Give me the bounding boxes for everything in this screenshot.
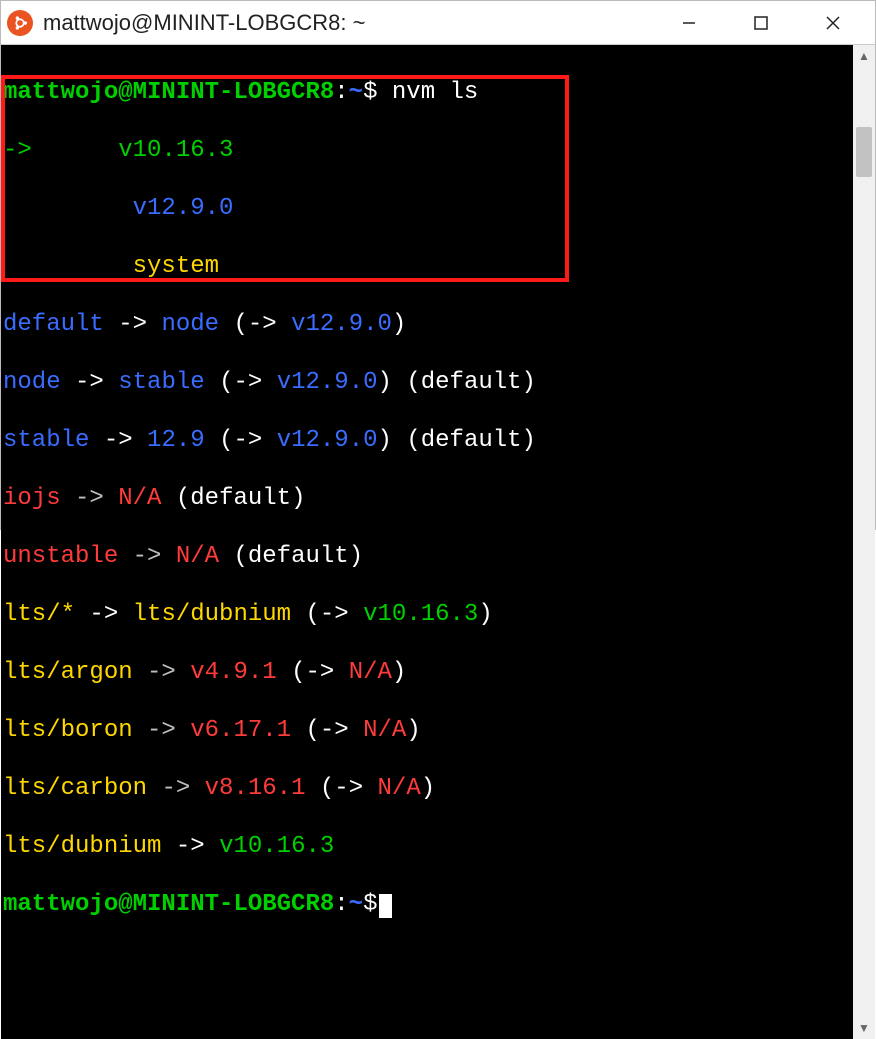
paren-text: (->	[233, 311, 276, 338]
paren-text: (->	[305, 601, 348, 628]
scrollbar-thumb[interactable]	[856, 127, 872, 177]
arrow-text: ->	[133, 543, 162, 570]
arrow-text: ->	[147, 659, 176, 686]
output-line: node -> stable (-> v12.9.0) (default)	[3, 368, 851, 397]
alias-lts-any: lts/*	[3, 601, 75, 628]
paren-text: (->	[305, 717, 348, 744]
prompt-cwd: ~	[349, 79, 363, 106]
window-controls	[653, 1, 869, 45]
minimize-button[interactable]	[653, 1, 725, 45]
terminal-content[interactable]: mattwojo@MININT-LOBGCR8:~$ nvm ls -> v10…	[1, 45, 853, 1039]
output-line: v12.9.0	[3, 194, 851, 223]
alias-lts-argon: lts/argon	[3, 659, 133, 686]
alias-node: node	[3, 369, 61, 396]
terminal-window: mattwojo@MININT-LOBGCR8: ~ mattwojo@MINI…	[0, 0, 876, 530]
titlebar[interactable]: mattwojo@MININT-LOBGCR8: ~	[1, 1, 875, 45]
maximize-button[interactable]	[725, 1, 797, 45]
not-available: N/A	[176, 543, 219, 570]
alias-lts-boron: lts/boron	[3, 717, 133, 744]
cursor	[379, 894, 392, 918]
alias-target: node	[161, 311, 219, 338]
arrow-text: ->	[147, 717, 176, 744]
alias-lts-carbon: lts/carbon	[3, 775, 147, 802]
alias-target: v4.9.1	[190, 659, 276, 686]
paren-close: )	[478, 601, 492, 628]
tag-text: (default)	[176, 485, 306, 512]
arrow-text: ->	[161, 775, 190, 802]
resolved-version: v10.16.3	[363, 601, 478, 628]
paren-text: (->	[291, 659, 334, 686]
alias-default: default	[3, 311, 104, 338]
alias-target: 12.9	[147, 427, 205, 454]
alias-target: v8.16.1	[205, 775, 306, 802]
tag-text: (default)	[233, 543, 363, 570]
tag-text: (default)	[406, 427, 536, 454]
prompt-line: mattwojo@MININT-LOBGCR8:~$	[3, 890, 851, 919]
prompt-colon: :	[334, 79, 348, 106]
output-line: lts/argon -> v4.9.1 (-> N/A)	[3, 658, 851, 687]
paren-text: (->	[320, 775, 363, 802]
arrow-text: ->	[176, 833, 205, 860]
output-line: system	[3, 252, 851, 281]
output-line: unstable -> N/A (default)	[3, 542, 851, 571]
arrow-text: ->	[104, 427, 133, 454]
resolved-version: v12.9.0	[291, 311, 392, 338]
resolved-version: v12.9.0	[277, 369, 378, 396]
version-12: v12.9.0	[133, 195, 234, 222]
version-10: v10.16.3	[118, 137, 233, 164]
alias-target: v6.17.1	[190, 717, 291, 744]
prompt-colon: :	[334, 891, 348, 918]
arrow-text: ->	[75, 369, 104, 396]
terminal-area: mattwojo@MININT-LOBGCR8:~$ nvm ls -> v10…	[1, 45, 875, 1039]
current-arrow: ->	[3, 137, 32, 164]
alias-target: v10.16.3	[219, 833, 334, 860]
paren-close: )	[406, 717, 420, 744]
paren-close: )	[392, 311, 406, 338]
paren-close: )	[378, 427, 392, 454]
not-available: N/A	[378, 775, 421, 802]
paren-text: (->	[219, 369, 262, 396]
paren-close: )	[378, 369, 392, 396]
output-line: lts/boron -> v6.17.1 (-> N/A)	[3, 716, 851, 745]
scrollbar-up-icon[interactable]: ▲	[853, 45, 875, 67]
output-line: lts/carbon -> v8.16.1 (-> N/A)	[3, 774, 851, 803]
close-button[interactable]	[797, 1, 869, 45]
output-line: lts/* -> lts/dubnium (-> v10.16.3)	[3, 600, 851, 629]
tag-text: (default)	[406, 369, 536, 396]
version-system: system	[133, 253, 219, 280]
resolved-version: v12.9.0	[277, 427, 378, 454]
alias-iojs: iojs	[3, 485, 61, 512]
prompt-line: mattwojo@MININT-LOBGCR8:~$ nvm ls	[3, 78, 851, 107]
alias-unstable: unstable	[3, 543, 118, 570]
prompt-dollar: $	[363, 891, 377, 918]
paren-close: )	[421, 775, 435, 802]
paren-text: (->	[219, 427, 262, 454]
arrow-text: ->	[75, 485, 104, 512]
output-line: stable -> 12.9 (-> v12.9.0) (default)	[3, 426, 851, 455]
not-available: N/A	[363, 717, 406, 744]
prompt-user-host: mattwojo@MININT-LOBGCR8	[3, 891, 334, 918]
prompt-cwd: ~	[349, 891, 363, 918]
output-line: default -> node (-> v12.9.0)	[3, 310, 851, 339]
arrow-text: ->	[89, 601, 118, 628]
not-available: N/A	[349, 659, 392, 686]
alias-stable: stable	[3, 427, 89, 454]
ubuntu-icon	[7, 10, 33, 36]
scrollbar-track[interactable]	[853, 67, 875, 1017]
window-title: mattwojo@MININT-LOBGCR8: ~	[43, 10, 365, 36]
alias-target: lts/dubnium	[133, 601, 291, 628]
alias-target: stable	[118, 369, 204, 396]
arrow-text: ->	[118, 311, 147, 338]
paren-close: )	[392, 659, 406, 686]
scrollbar-down-icon[interactable]: ▼	[853, 1017, 875, 1039]
prompt-dollar: $	[363, 79, 377, 106]
alias-lts-dubnium: lts/dubnium	[3, 833, 161, 860]
not-available: N/A	[118, 485, 161, 512]
command-text: nvm ls	[392, 79, 478, 106]
output-line: iojs -> N/A (default)	[3, 484, 851, 513]
scrollbar-vertical[interactable]: ▲ ▼	[853, 45, 875, 1039]
output-line: lts/dubnium -> v10.16.3	[3, 832, 851, 861]
output-line: -> v10.16.3	[3, 136, 851, 165]
prompt-user-host: mattwojo@MININT-LOBGCR8	[3, 79, 334, 106]
